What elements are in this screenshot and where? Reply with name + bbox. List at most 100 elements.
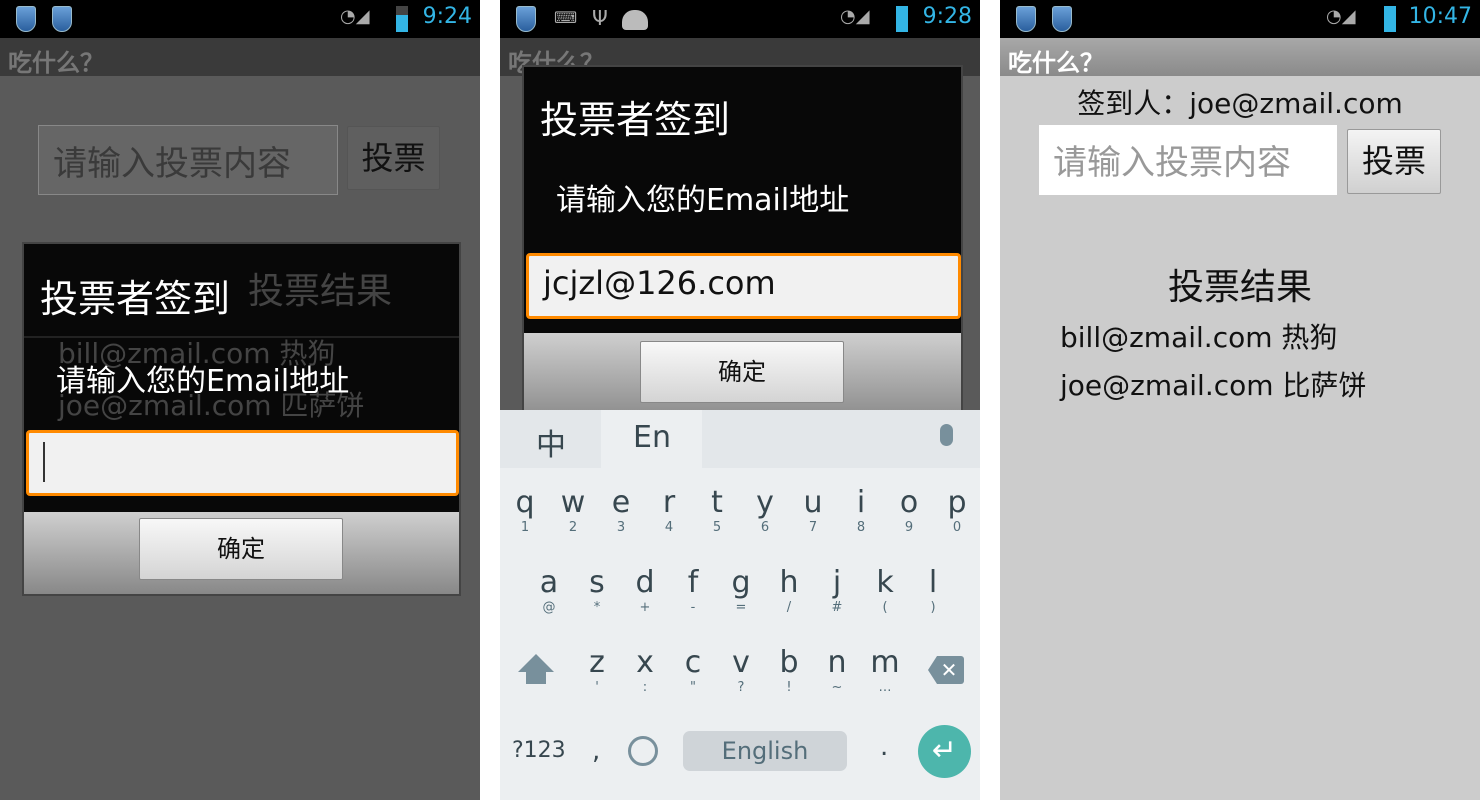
signed-in-user: 签到人：joe@zmail.com [1077,87,1403,120]
key-secondary-label: ~ [831,680,843,695]
email-input[interactable]: jcjzl@126.com [526,253,961,319]
tab-chinese[interactable]: 中 [536,420,566,464]
key-h[interactable]: h / [769,565,809,616]
key-label: p [947,485,967,520]
key-g[interactable]: g = [721,566,761,616]
key-n[interactable]: n ~ [817,645,857,696]
wifi-signal-icon: ◔◢ [340,6,370,27]
space-key[interactable]: English [683,731,847,771]
key-z[interactable]: z ' [577,645,617,696]
key-y[interactable]: y6 [745,485,785,536]
key-secondary-label: + [639,600,651,615]
key-label: a [539,565,559,600]
key-v[interactable]: v? [721,645,761,696]
key-label: c [684,645,702,680]
key-i[interactable]: i8 [841,485,881,536]
shift-icon[interactable] [518,654,554,672]
key-c[interactable]: c " [673,645,713,696]
key-x[interactable]: x: [625,646,665,696]
key-label: e [611,485,631,520]
key-secondary-label: 5 [712,520,722,535]
key-label: j [832,565,842,600]
shift-icon-stem [526,672,546,684]
shield-blocked-icon [1016,6,1036,32]
sign-in-dialog: 投票者签到 请输入您的Email地址 确定 [22,242,461,596]
shield-icon [52,6,72,32]
soft-keyboard: 中 En ✕ ?123 , English . ↵ q1w2e3r4t5y6u7… [500,410,980,800]
result-item: bill@zmail.com 热狗 [1060,321,1338,354]
shield-icon [516,6,536,32]
key-secondary-label: 8 [856,520,866,535]
divider [24,336,459,338]
key-o[interactable]: o9 [889,486,929,536]
dialog-message: 请输入您的Email地址 [556,183,850,218]
key-label: m [870,645,900,680]
symbols-key[interactable]: ?123 [512,738,566,763]
vote-input[interactable]: 请输入投票内容 [38,125,338,195]
key-d[interactable]: d + [625,566,665,616]
key-label: z [589,645,605,680]
result-item: joe@zmail.com 比萨饼 [1060,369,1367,402]
key-t[interactable]: t5 [697,485,737,536]
key-secondary-label: = [735,600,747,615]
vote-button[interactable]: 投票 [1347,129,1441,194]
sign-in-dialog: 投票者签到 请输入您的Email地址 jcjzl@126.com 确定 [522,65,963,425]
key-m[interactable]: m… [865,645,905,696]
key-r[interactable]: r4 [649,486,689,536]
globe-icon[interactable] [628,736,658,766]
usb-icon: Ψ [592,6,608,30]
key-p[interactable]: p0 [937,485,977,536]
key-u[interactable]: u7 [793,485,833,536]
status-bar: ◔◢ 9:24 [0,0,480,38]
key-label: t [711,485,723,520]
key-secondary-label: 9 [904,520,914,535]
key-j[interactable]: j # [817,565,857,616]
key-label: y [756,485,774,520]
key-secondary-label: : [642,680,648,695]
results-title: 投票结果 [1167,267,1312,308]
key-label: b [779,645,799,680]
key-s[interactable]: s * [577,565,617,616]
app-title: 吃什么？ [1000,38,1480,77]
period-key[interactable]: . [880,732,888,762]
key-q[interactable]: q1 [505,486,545,536]
key-secondary-label: # [831,600,843,615]
key-label: s [589,565,605,600]
key-f[interactable]: f- [673,566,713,616]
confirm-button[interactable]: 确定 [139,518,343,580]
wifi-signal-icon: ◔◢ [840,6,870,27]
comma-key[interactable]: , [592,736,600,766]
key-secondary-label: 4 [664,520,674,535]
key-secondary-label: 0 [952,520,962,535]
key-label: v [732,645,750,680]
shield-icon [16,6,36,32]
key-l[interactable]: l) [913,566,953,616]
key-label: h [779,565,799,600]
tab-english-label: En [633,420,671,455]
tab-english[interactable]: En [601,410,702,468]
key-secondary-label: ( [882,600,888,615]
key-k[interactable]: k( [865,565,905,616]
key-secondary-label: 6 [760,520,770,535]
key-label: i [856,485,866,520]
enter-key[interactable]: ↵ [918,725,971,778]
vote-button[interactable]: 投票 [347,126,440,190]
key-a[interactable]: a @ [529,565,569,616]
microphone-icon[interactable] [940,424,953,446]
key-b[interactable]: b! [769,645,809,696]
backspace-icon[interactable]: ✕ [928,656,964,684]
confirm-button[interactable]: 确定 [640,341,844,403]
key-secondary-label: 3 [616,520,626,535]
key-label: u [803,485,823,520]
key-label: n [827,645,847,680]
dialog-message: 请输入您的Email地址 [56,364,350,399]
key-w[interactable]: w2 [553,486,593,536]
android-debug-icon [622,10,648,30]
key-secondary-label: … [878,680,892,695]
key-label: k [876,565,894,600]
screen-2: ⌨ Ψ ◔◢ 9:28 吃什么？ 投票者签到 请输入您的Email地址 jcjz… [500,0,980,800]
vote-input[interactable]: 请输入投票内容 [1038,124,1338,196]
dialog-title: 投票者签到 [40,277,231,321]
email-input[interactable] [26,430,459,496]
key-e[interactable]: e3 [601,485,641,536]
